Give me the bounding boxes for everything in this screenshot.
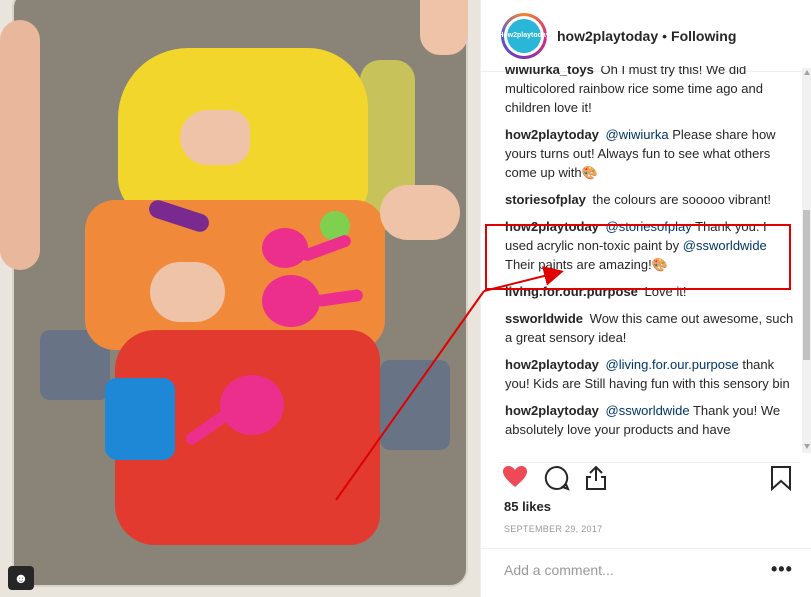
child-hand: [150, 262, 225, 322]
comment-username[interactable]: wiwiurka_toys: [505, 66, 594, 77]
child-arm: [420, 0, 468, 55]
post-photo[interactable]: ☻: [0, 0, 480, 597]
add-comment-input[interactable]: [504, 562, 744, 578]
user-tag-icon[interactable]: ☻: [8, 566, 34, 590]
avatar[interactable]: How2playtoday: [498, 12, 550, 59]
comment-username[interactable]: ssworldwide: [505, 311, 583, 326]
more-options-button[interactable]: •••: [771, 559, 793, 580]
pink-measuring-cup: [262, 275, 320, 327]
following-button[interactable]: Following: [671, 28, 736, 44]
child-hand: [380, 185, 460, 240]
child-hand: [180, 110, 250, 165]
child-arm: [0, 20, 40, 270]
blue-tube-block: [105, 378, 175, 460]
pink-measuring-cup: [262, 228, 308, 268]
scrollbar-thumb[interactable]: [803, 210, 810, 360]
comment-mention[interactable]: @ssworldwide: [606, 403, 690, 418]
scroll-up-arrow-icon[interactable]: [804, 70, 810, 75]
comment-item: how2playtoday @ssworldwide Thank you! We…: [505, 401, 795, 439]
post-date: SEPTEMBER 29, 2017: [504, 524, 603, 534]
heart-icon[interactable]: [502, 465, 528, 489]
comment-username[interactable]: how2playtoday: [505, 403, 599, 418]
comment-text: the colours are sooooo vibrant!: [592, 192, 772, 207]
scroll-down-arrow-icon[interactable]: [804, 444, 810, 449]
annotation-highlight-box: [485, 224, 791, 290]
comment-bubble-icon[interactable]: [544, 465, 570, 491]
avatar-logo: How2playtoday: [498, 18, 550, 53]
share-icon[interactable]: [584, 465, 608, 491]
comment-username[interactable]: storiesofplay: [505, 192, 586, 207]
comment-username[interactable]: how2playtoday: [505, 357, 599, 372]
post-header: How2playtoday how2playtoday • Following: [481, 0, 811, 72]
comment-item: ssworldwide Wow this came out awesome, s…: [505, 309, 795, 347]
floor-tile: [380, 360, 450, 450]
comment-mention[interactable]: @wiwiurka: [606, 127, 669, 142]
separator-dot: •: [662, 27, 668, 44]
pink-measuring-cup: [220, 375, 284, 435]
likes-count[interactable]: 85 likes: [504, 499, 551, 514]
bookmark-icon[interactable]: [770, 465, 792, 491]
comment-item: wiwiurka_toys Oh I must try this! We did…: [505, 66, 795, 117]
comment-item: how2playtoday @wiwiurka Please share how…: [505, 125, 795, 182]
comment-username[interactable]: how2playtoday: [505, 127, 599, 142]
comment-item: storiesofplay the colours are sooooo vib…: [505, 190, 795, 209]
comment-mention[interactable]: @living.for.our.purpose: [606, 357, 739, 372]
username-link[interactable]: how2playtoday: [557, 28, 658, 44]
comment-item: how2playtoday @living.for.our.purpose th…: [505, 355, 795, 393]
